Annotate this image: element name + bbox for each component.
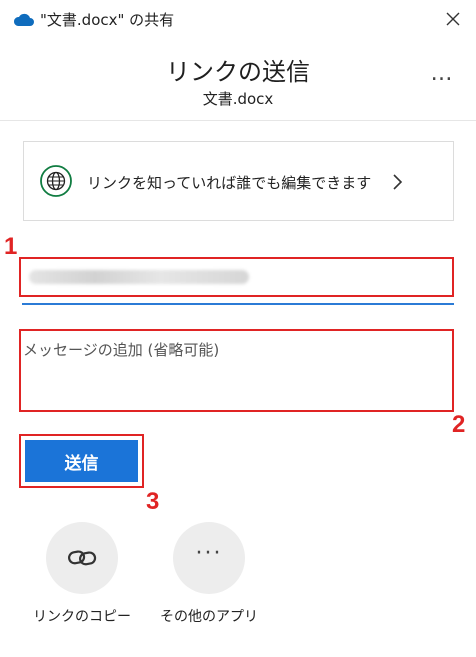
copy-link-label: リンクのコピー xyxy=(33,609,131,625)
message-input[interactable]: メッセージの追加 (省略可能) xyxy=(19,329,454,412)
other-apps-button[interactable]: ··· その他のアプリ xyxy=(139,522,279,626)
message-placeholder: メッセージの追加 (省略可能) xyxy=(23,341,220,359)
recipient-input[interactable] xyxy=(19,257,454,297)
annotation-step-2: 2 xyxy=(452,411,466,438)
page-title: リンクの送信 xyxy=(166,58,310,86)
copy-link-button[interactable]: リンクのコピー xyxy=(12,522,152,626)
more-apps-icon: ··· xyxy=(195,541,223,566)
window-titlebar: "文書.docx" の共有 xyxy=(0,0,476,40)
more-options-button[interactable]: … xyxy=(426,62,458,86)
file-name: 文書.docx xyxy=(202,90,274,108)
link-icon xyxy=(68,550,97,566)
window-title: "文書.docx" の共有 xyxy=(40,11,175,29)
link-permission-label: リンクを知っていれば誰でも編集できます xyxy=(87,174,372,192)
chevron-right-icon xyxy=(393,174,403,190)
copy-link-icon-circle xyxy=(46,522,118,594)
onedrive-cloud-icon xyxy=(13,13,34,26)
link-settings-button[interactable]: リンクを知っていれば誰でも編集できます xyxy=(23,141,454,221)
other-apps-icon-circle: ··· xyxy=(173,522,245,594)
send-button[interactable]: 送信 xyxy=(19,434,144,488)
close-icon[interactable] xyxy=(440,6,466,32)
globe-icon xyxy=(40,165,72,197)
other-apps-label: その他のアプリ xyxy=(160,609,258,625)
annotation-step-3: 3 xyxy=(146,488,160,515)
recipient-input-underline xyxy=(22,303,454,305)
blurred-recipient-text xyxy=(29,270,249,284)
send-button-label: 送信 xyxy=(25,440,138,482)
header-divider xyxy=(0,120,476,121)
annotation-step-1: 1 xyxy=(4,233,18,260)
